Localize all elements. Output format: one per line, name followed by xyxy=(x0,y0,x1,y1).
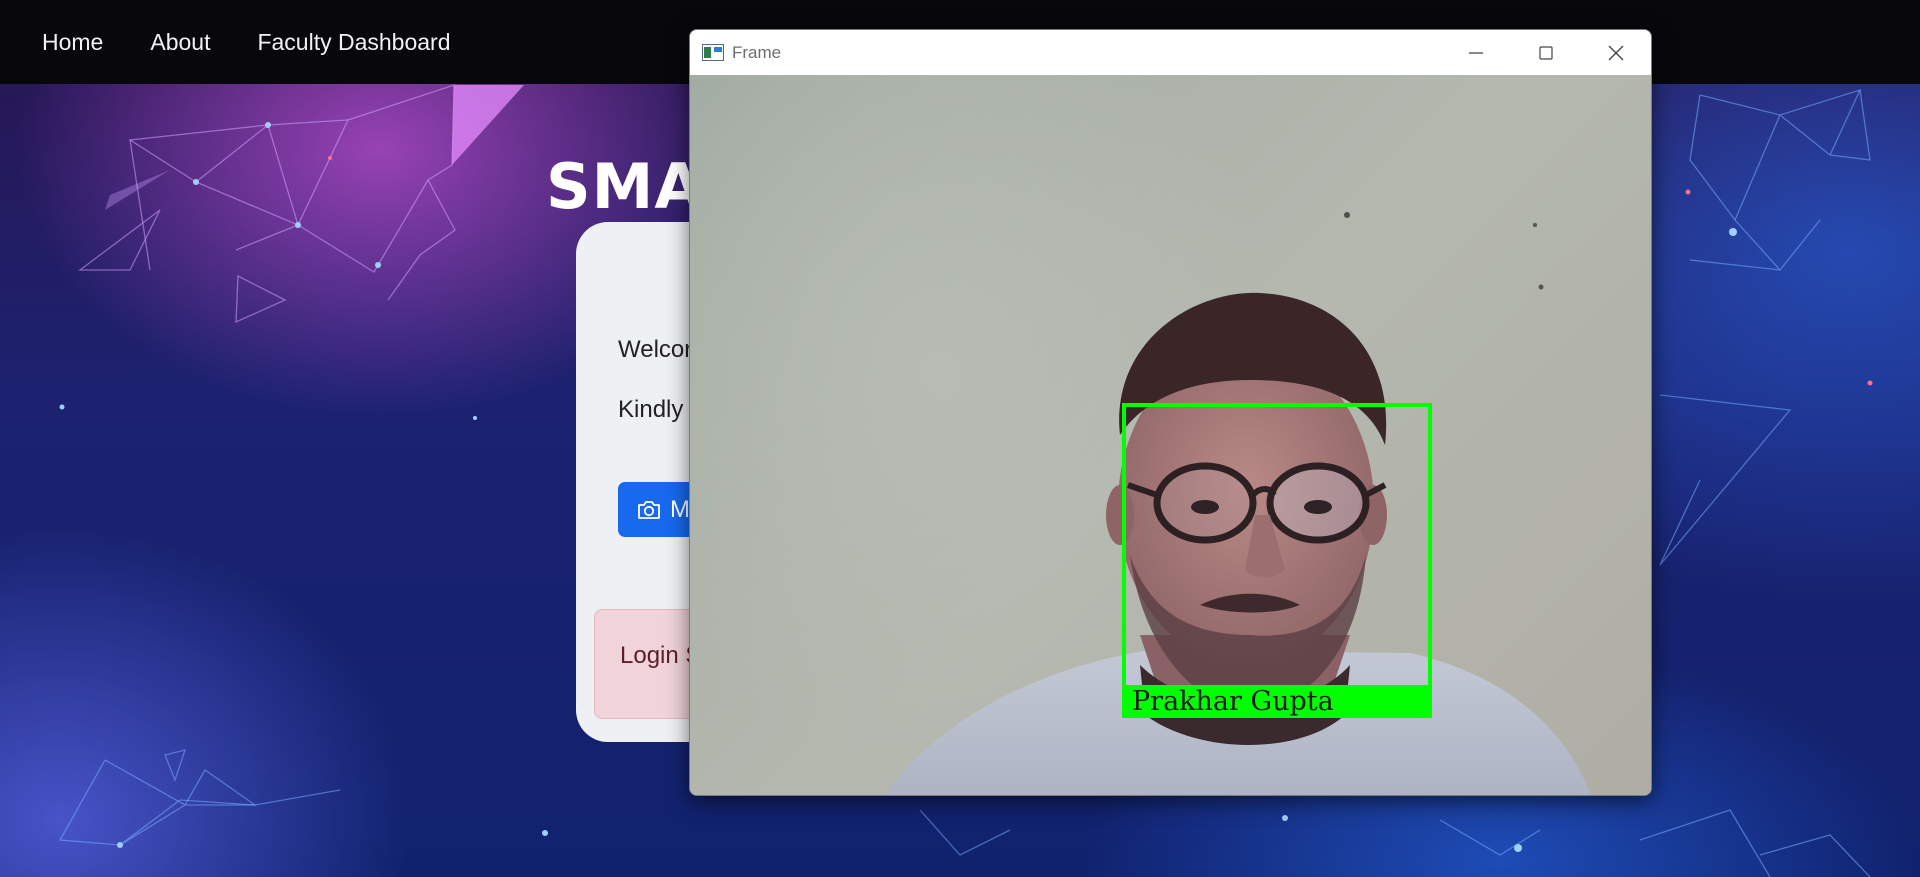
camera-icon xyxy=(638,500,660,519)
app-icon xyxy=(702,44,724,61)
welcome-text: Welcor xyxy=(618,336,693,363)
minimize-button[interactable] xyxy=(1441,30,1511,75)
window-titlebar[interactable]: Frame xyxy=(690,30,1651,75)
nav-home[interactable]: Home xyxy=(42,29,103,56)
face-detection-box xyxy=(1122,403,1432,716)
mark-attendance-label: M xyxy=(670,495,690,523)
maximize-icon xyxy=(1539,45,1553,60)
camera-feed: Prakhar Gupta xyxy=(690,75,1651,795)
nav-about[interactable]: About xyxy=(150,29,210,56)
minimize-icon xyxy=(1469,51,1483,54)
recognized-name-label: Prakhar Gupta xyxy=(1132,686,1334,717)
nav-faculty-dashboard[interactable]: Faculty Dashboard xyxy=(257,29,450,56)
window-title: Frame xyxy=(732,42,782,62)
close-button[interactable] xyxy=(1581,30,1651,75)
frame-window: Frame Prakhar Gupta xyxy=(689,29,1652,796)
close-icon xyxy=(1608,45,1624,60)
instruction-text: Kindly xyxy=(618,396,684,423)
maximize-button[interactable] xyxy=(1511,30,1581,75)
